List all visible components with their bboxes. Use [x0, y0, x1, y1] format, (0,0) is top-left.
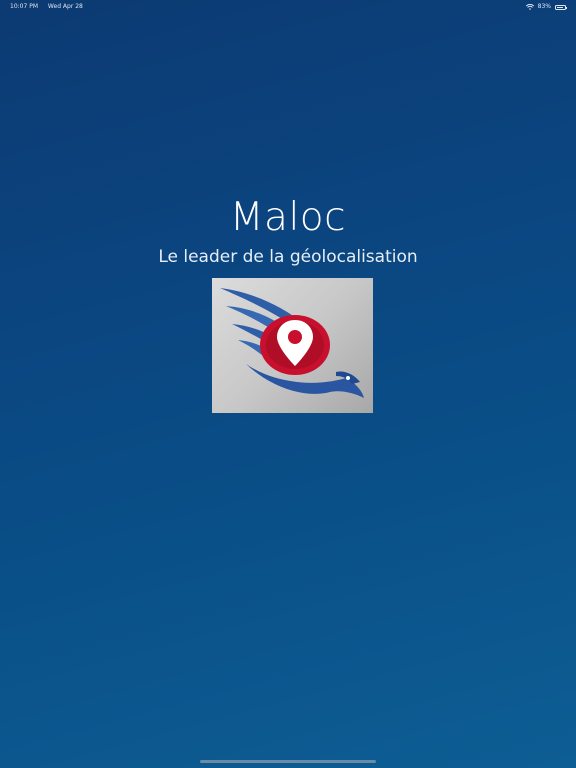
eagle-location-pin-logo-icon [220, 288, 364, 398]
status-bar: 10:07 PM Wed Apr 28 83% [0, 0, 576, 14]
status-time: 10:07 PM [10, 3, 38, 10]
app-title: Maloc [229, 195, 347, 240]
home-indicator[interactable] [200, 760, 376, 763]
app-logo [212, 278, 373, 413]
battery-icon [555, 4, 567, 10]
status-right: 83% [525, 0, 567, 14]
wifi-icon [525, 4, 534, 10]
status-date: Wed Apr 28 [47, 3, 83, 10]
app-tagline: Le leader de la géolocalisation [158, 247, 418, 267]
battery-percent: 83% [537, 3, 551, 10]
battery-fill [557, 6, 563, 8]
status-left: 10:07 PM Wed Apr 28 [10, 0, 83, 14]
